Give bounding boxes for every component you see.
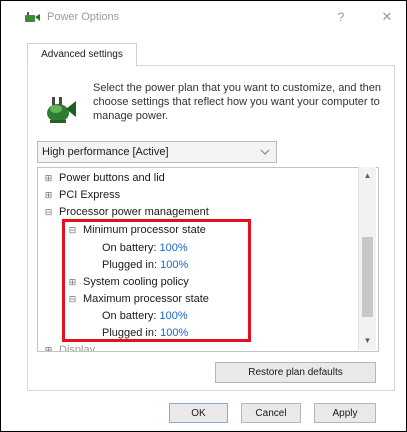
- window-title: Power Options: [47, 11, 120, 23]
- tree-item-label: Power buttons and lid: [59, 172, 165, 184]
- setting-value-link[interactable]: 100%: [159, 242, 187, 254]
- tree-item-label: System cooling policy: [83, 276, 189, 288]
- tree-item-label: Processor power management: [59, 206, 209, 218]
- settings-tree: ⊞ Power buttons and lid ⊞ PCI Express ⊟ Pro…: [37, 167, 379, 352]
- setting-value-link[interactable]: 100%: [160, 259, 188, 271]
- tree-item-min-on-battery[interactable]: On battery: 100%: [102, 240, 188, 257]
- left-border-strip: [1, 1, 18, 431]
- tree-item-label: PCI Express: [59, 189, 121, 201]
- tree-item-label: Minimum processor state: [83, 224, 206, 236]
- tree-item-label: Maximum processor state: [83, 293, 209, 305]
- scroll-thumb[interactable]: [362, 237, 373, 317]
- collapse-icon[interactable]: ⊟: [44, 204, 53, 221]
- tree-item-processor-power-management[interactable]: ⊟ Processor power management: [44, 204, 209, 221]
- restore-plan-defaults-button[interactable]: Restore plan defaults: [215, 362, 376, 383]
- power-plan-selected-value: High performance [Active]: [42, 146, 169, 158]
- setting-label: On battery:: [102, 310, 157, 322]
- chevron-down-icon: [260, 142, 270, 169]
- help-button[interactable]: ?: [331, 8, 351, 26]
- tree-item-pci-express[interactable]: ⊞ PCI Express: [44, 187, 120, 204]
- setting-label: Plugged in:: [102, 327, 158, 339]
- ok-button[interactable]: OK: [169, 403, 228, 423]
- tree-item-maximum-processor-state[interactable]: ⊟ Maximum processor state: [68, 291, 209, 308]
- setting-label: On battery:: [102, 242, 157, 254]
- tab-strip: Advanced settings: [27, 43, 395, 67]
- tree-item-power-buttons[interactable]: ⊞ Power buttons and lid: [44, 170, 165, 187]
- title-bar[interactable]: Power Options ? ✕: [17, 1, 406, 33]
- setting-value-link[interactable]: 100%: [159, 310, 187, 322]
- plan-description: Select the power plan that you want to c…: [93, 82, 382, 122]
- setting-value-link[interactable]: 100%: [160, 327, 188, 339]
- power-plan-icon: [42, 91, 78, 127]
- cancel-button[interactable]: Cancel: [241, 403, 301, 423]
- tree-item-min-plugged-in[interactable]: Plugged in: 100%: [102, 257, 188, 274]
- apply-button[interactable]: Apply: [314, 403, 376, 423]
- power-options-icon: [23, 10, 41, 24]
- collapse-icon[interactable]: ⊟: [68, 222, 77, 239]
- tree-item-display[interactable]: ⊞ Display: [44, 342, 96, 352]
- tree-item-max-plugged-in[interactable]: Plugged in: 100%: [102, 325, 188, 342]
- collapse-icon[interactable]: ⊟: [68, 291, 77, 308]
- close-button[interactable]: ✕: [375, 8, 399, 26]
- tab-advanced-settings[interactable]: Advanced settings: [27, 43, 137, 67]
- expand-icon[interactable]: ⊞: [44, 342, 53, 351]
- expand-icon[interactable]: ⊞: [44, 170, 53, 187]
- tree-item-max-on-battery[interactable]: On battery: 100%: [102, 308, 188, 325]
- tree-item-label: Display: [59, 344, 96, 352]
- tree-scrollbar[interactable]: ▲ ▼: [358, 167, 376, 350]
- tree-item-minimum-processor-state[interactable]: ⊟ Minimum processor state: [68, 222, 206, 239]
- expand-icon[interactable]: ⊞: [44, 187, 53, 204]
- power-plan-dropdown[interactable]: High performance [Active]: [37, 141, 277, 163]
- screenshot-frame: Power Options ? ✕ Advanced settings Sele…: [0, 0, 407, 432]
- power-options-dialog: Power Options ? ✕ Advanced settings Sele…: [17, 1, 406, 431]
- tree-item-system-cooling-policy[interactable]: ⊞ System cooling policy: [68, 274, 189, 291]
- scroll-down-arrow-icon[interactable]: ▼: [359, 334, 376, 348]
- expand-icon[interactable]: ⊞: [68, 274, 77, 291]
- setting-label: Plugged in:: [102, 259, 158, 271]
- scroll-up-arrow-icon[interactable]: ▲: [359, 169, 376, 183]
